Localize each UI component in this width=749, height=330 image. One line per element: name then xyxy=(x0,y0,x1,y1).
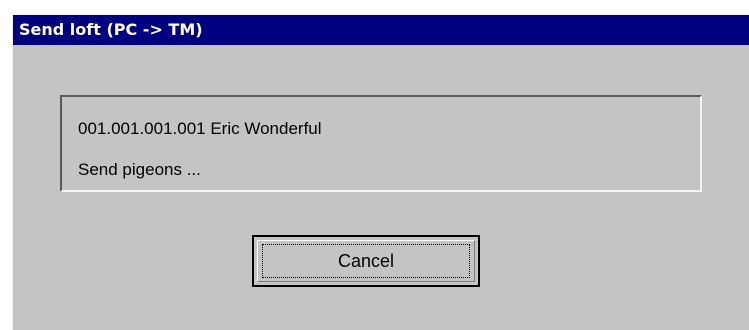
status-panel: 001.001.001.001 Eric Wonderful Send pige… xyxy=(60,95,702,192)
status-progress-line: Send pigeons ... xyxy=(78,160,201,179)
status-pigeon-loft-line: 001.001.001.001 Eric Wonderful xyxy=(78,119,322,138)
window-title: Send loft (PC -> TM) xyxy=(19,20,203,39)
title-bar[interactable]: Send loft (PC -> TM) xyxy=(13,15,749,45)
dialog-window: Send loft (PC -> TM) 001.001.001.001 Eri… xyxy=(12,14,749,330)
cancel-button[interactable]: Cancel xyxy=(252,235,480,287)
cancel-button-label: Cancel xyxy=(337,251,395,271)
